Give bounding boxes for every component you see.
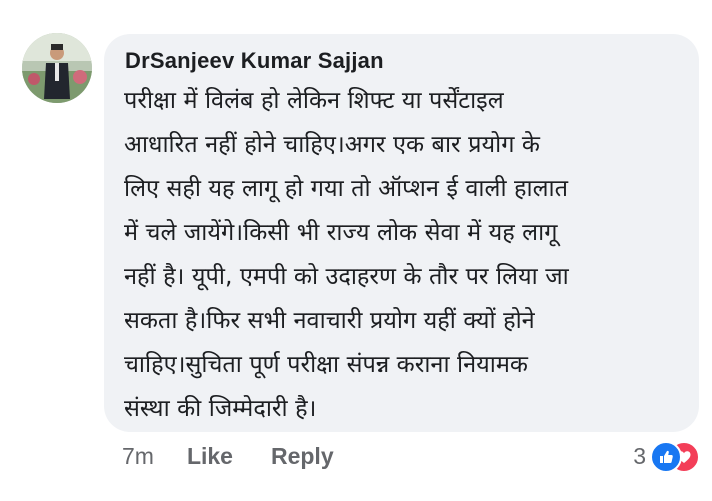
profile-photo [22, 33, 92, 103]
like-button[interactable]: Like [187, 443, 233, 470]
comment-line: में चले जायेंगे।किसी भी राज्य लोक सेवा म… [124, 218, 558, 246]
comment-actions: 7m Like Reply [122, 443, 334, 470]
comment-line: आधारित नहीं होने चाहिए।अगर एक बार प्रयोग… [124, 130, 540, 158]
reaction-count: 3 [633, 442, 646, 469]
comment-line: सकता है।फिर सभी नवाचारी प्रयोग यहीं क्यो… [124, 306, 535, 334]
comment-line: चाहिए।सुचिता पूर्ण परीक्षा संपन्न कराना … [124, 350, 528, 378]
avatar[interactable] [22, 33, 92, 103]
like-reaction-icon [650, 441, 682, 473]
reply-button[interactable]: Reply [271, 443, 334, 470]
comment-line: संस्था की जिम्मेदारी है। [124, 394, 317, 422]
comment-timestamp[interactable]: 7m [122, 443, 154, 470]
reaction-icons [650, 441, 700, 473]
comment-author[interactable]: DrSanjeev Kumar Sajjan [125, 48, 384, 74]
comment-line: नहीं है। यूपी, एमपी को उदाहरण के तौर पर … [124, 262, 569, 290]
comment-text: परीक्षा में विलंब हो लेकिन शिफ्ट या पर्स… [124, 78, 684, 430]
comment-bubble: DrSanjeev Kumar Sajjan परीक्षा में विलंब… [104, 34, 699, 432]
comment-line: परीक्षा में विलंब हो लेकिन शिफ्ट या पर्स… [124, 86, 504, 114]
comment-line: लिए सही यह लागू हो गया तो ऑप्शन ई वाली ह… [124, 174, 568, 202]
reactions-summary[interactable]: 3 [633, 441, 700, 473]
